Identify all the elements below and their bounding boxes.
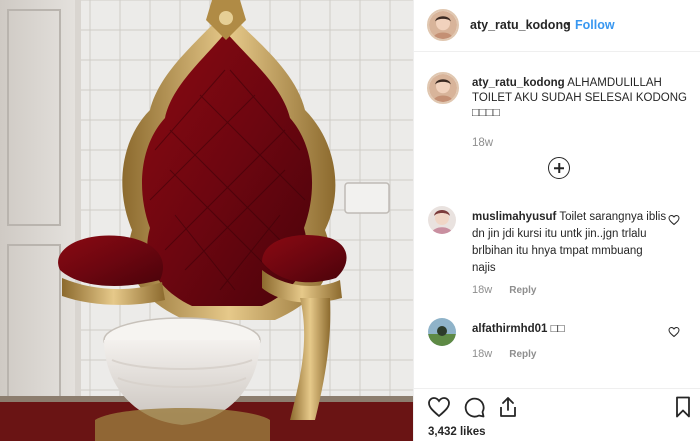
commenter-avatar[interactable] (428, 318, 456, 346)
post-header: aty_ratu_kodong • Follow (414, 0, 700, 52)
heart-icon[interactable] (427, 395, 451, 419)
comment-text: alfathirmhd01 □□ (472, 321, 668, 338)
caption-avatar[interactable] (427, 72, 459, 104)
separator-dot: • (566, 17, 571, 31)
comment-username[interactable]: muslimahyusuf (472, 211, 556, 223)
comment-username[interactable]: alfathirmhd01 (472, 323, 547, 335)
profile-photo-icon (429, 74, 457, 102)
bookmark-icon[interactable] (671, 395, 695, 419)
caption-timestamp[interactable]: 18w (472, 137, 493, 149)
comment-icon[interactable] (462, 395, 486, 419)
comment-text: muslimahyusuf Toilet sarangnya iblis dn … (472, 209, 668, 277)
profile-photo-icon (429, 11, 457, 39)
comment-heart-icon[interactable] (668, 326, 680, 338)
commenter-avatar[interactable] (428, 206, 456, 234)
comment-timestamp[interactable]: 18w (472, 348, 492, 360)
poster-username[interactable]: aty_ratu_kodong (470, 18, 571, 32)
profile-photo-icon (428, 206, 456, 234)
post-side-panel: aty_ratu_kodong • Follow aty_ratu_kodong… (413, 0, 700, 441)
comment-timestamp[interactable]: 18w (472, 284, 492, 296)
profile-photo-icon (428, 318, 456, 346)
reply-button[interactable]: Reply (509, 349, 536, 360)
comment-meta: 18w Reply (472, 284, 536, 296)
load-more-comments-plus-circle-icon[interactable] (548, 157, 570, 179)
comment-meta: 18w Reply (472, 348, 536, 360)
follow-button[interactable]: Follow (575, 18, 615, 32)
caption-username[interactable]: aty_ratu_kodong (472, 77, 565, 89)
comment-body: □□ (550, 323, 565, 335)
post-action-bar: 3,432 likes (414, 388, 700, 441)
reply-button[interactable]: Reply (509, 285, 536, 296)
poster-avatar[interactable] (427, 9, 459, 41)
post-photo[interactable] (0, 0, 413, 441)
likes-count[interactable]: 3,432 likes (428, 426, 486, 438)
caption-text: aty_ratu_kodong ALHAMDULILLAH TOILET AKU… (472, 76, 694, 121)
throne-toilet-photo (0, 0, 413, 441)
share-icon[interactable] (496, 395, 520, 419)
caption-emoji: □□□□ (472, 107, 500, 119)
comment-heart-icon[interactable] (668, 214, 680, 226)
